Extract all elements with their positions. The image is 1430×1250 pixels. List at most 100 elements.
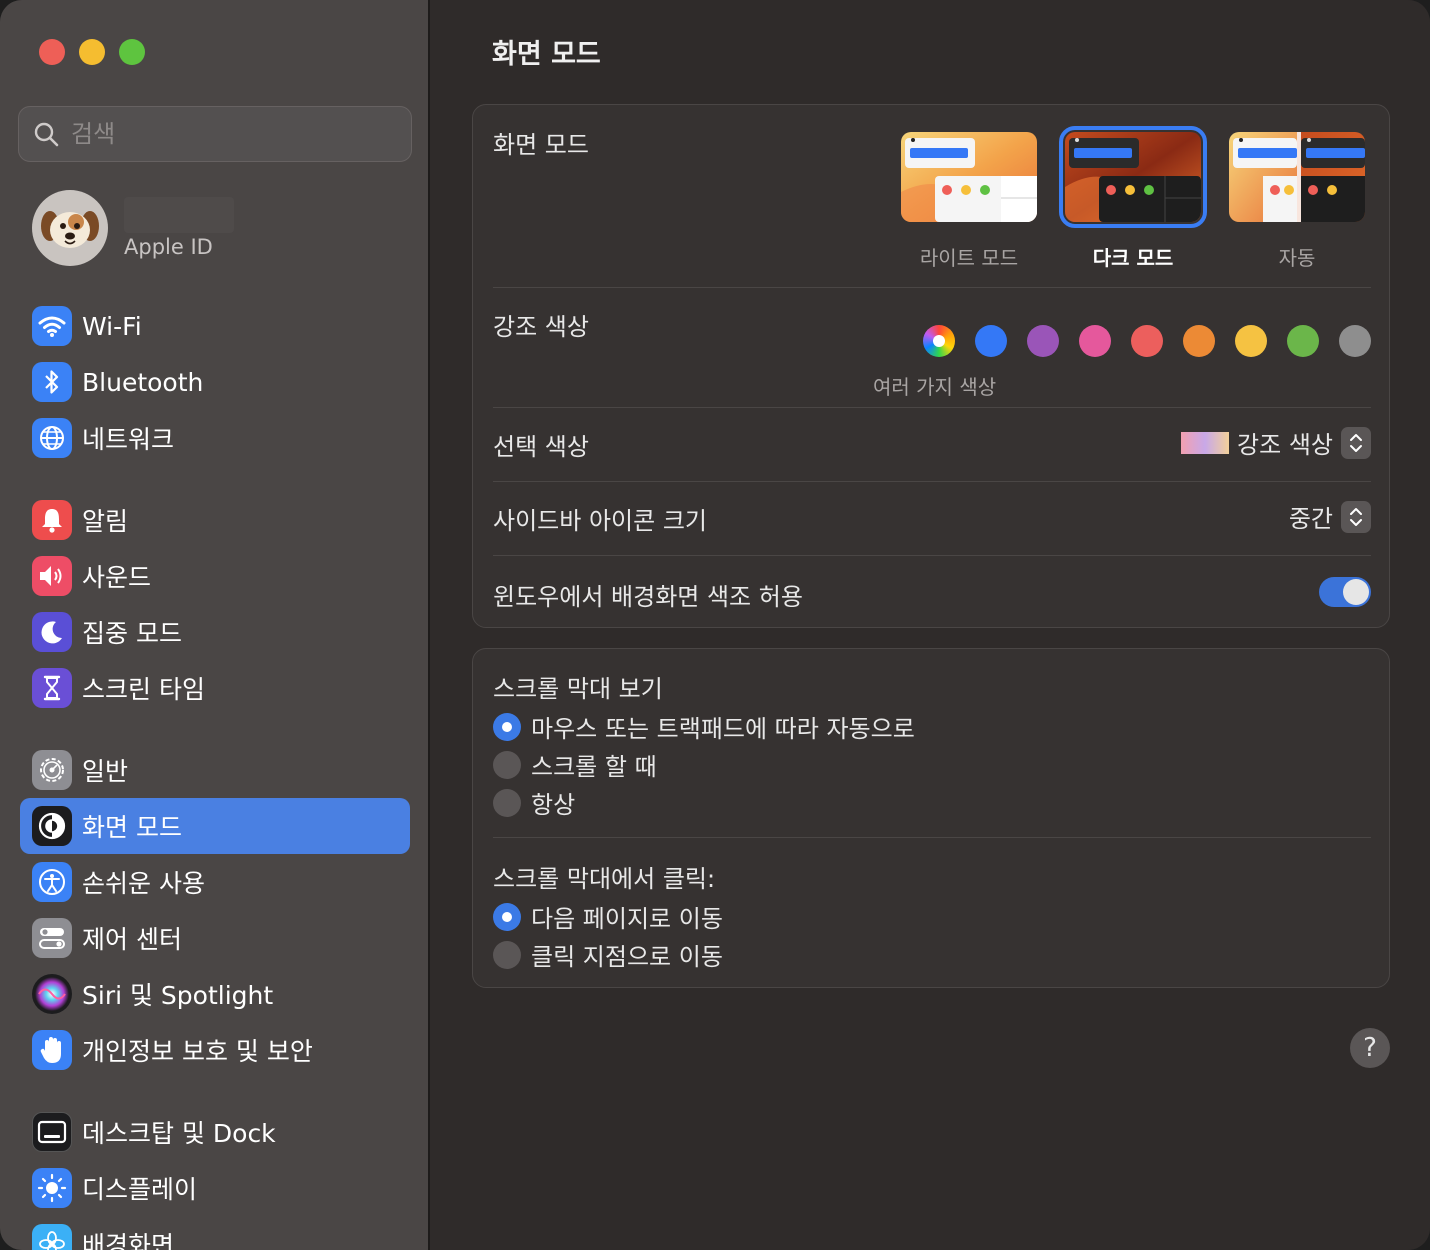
radio-button[interactable] [493, 712, 521, 741]
divider [493, 287, 1371, 288]
radio-label: 마우스 또는 트랙패드에 따라 자동으로 [531, 715, 915, 743]
accent-swatch-blue[interactable] [975, 325, 1007, 357]
scrollbars-header: 스크롤 막대 보기 [493, 669, 1371, 704]
sidebar-item-general[interactable]: 일반 [20, 742, 410, 798]
sidebar-item-label: 사운드 [82, 563, 152, 592]
dog-memoji-icon [41, 211, 99, 248]
wifi-icon [32, 306, 72, 346]
hand-icon [32, 1030, 72, 1070]
mode-light-label: 라이트 모드 [919, 246, 1019, 270]
divider [493, 837, 1371, 838]
help-button[interactable]: ? [1350, 1028, 1390, 1068]
chevron-updown-icon [1341, 500, 1371, 533]
window-controls [39, 39, 145, 65]
sidebar-group-notifications: 알림 사운드 집중 모드 스크린 타임 [20, 492, 410, 716]
sidebar-item-bluetooth[interactable]: Bluetooth [20, 354, 410, 410]
sidebar-item-control-center[interactable]: 제어 센터 [20, 910, 410, 966]
siri-icon [32, 974, 72, 1014]
toggles-icon [32, 918, 72, 958]
speaker-icon [32, 556, 72, 596]
page-title: 화면 모드 [492, 39, 601, 70]
sidebar-item-siri-spotlight[interactable]: Siri 및 Spotlight [20, 966, 410, 1022]
radio-button[interactable] [493, 750, 521, 779]
zoom-button[interactable] [119, 39, 145, 65]
divider [493, 407, 1371, 408]
sidebar-item-label: 손쉬운 사용 [82, 869, 205, 898]
account-name-redacted [124, 197, 234, 233]
radio-button[interactable] [493, 940, 521, 969]
accent-swatch-red[interactable] [1131, 325, 1163, 357]
radio-button[interactable] [493, 902, 521, 931]
accent-swatch-green[interactable] [1287, 325, 1319, 357]
appearance-card: 화면 모드 라이트 모드 다크 모드 자동 강조 색상 여러 가지 색상 선택 … [472, 104, 1390, 628]
sidebar-item-accessibility[interactable]: 손쉬운 사용 [20, 854, 410, 910]
radio-scroll-always[interactable]: 항상 [493, 785, 575, 820]
moon-icon [32, 612, 72, 652]
divider [493, 481, 1371, 482]
apple-id-label: Apple ID [124, 235, 213, 259]
sidebar-item-label: 화면 모드 [82, 813, 182, 842]
sidebar-item-sound[interactable]: 사운드 [20, 548, 410, 604]
mode-dark[interactable]: 다크 모드 [1059, 126, 1207, 271]
sidebar-item-focus[interactable]: 집중 모드 [20, 604, 410, 660]
sidebar-group-network: Wi-Fi Bluetooth 네트워크 [20, 298, 410, 466]
sidebar-item-label: 네트워크 [82, 425, 175, 454]
sidebar-item-network[interactable]: 네트워크 [20, 410, 410, 466]
appearance-row: 화면 모드 라이트 모드 다크 모드 자동 [493, 125, 1371, 285]
chevron-updown-icon [1341, 426, 1371, 459]
sidebar-item-desktop-dock[interactable]: 데스크탑 및 Dock [20, 1104, 410, 1160]
wallpaper-tinting-toggle[interactable] [1319, 577, 1371, 607]
dark-mode-thumbnail [1059, 126, 1207, 228]
minimize-button[interactable] [79, 39, 105, 65]
accent-swatch-multicolor[interactable] [923, 325, 955, 357]
apple-id-item[interactable]: Apple ID [32, 188, 412, 268]
mode-auto-label: 자동 [1278, 246, 1316, 270]
sidebar-icon-size-popup[interactable]: 중간 [1289, 499, 1371, 534]
sidebar-item-label: 개인정보 보호 및 보안 [82, 1037, 313, 1066]
sidebar-item-wallpaper[interactable]: 배경화면 [20, 1216, 410, 1250]
scroll-click-label: 스크롤 막대에서 클릭: [493, 865, 716, 893]
radio-label: 다음 페이지로 이동 [531, 905, 723, 933]
sidebar-item-label: 알림 [82, 507, 129, 536]
accent-swatch-purple[interactable] [1027, 325, 1059, 357]
accent-swatch-pink[interactable] [1079, 325, 1111, 357]
radio-label: 클릭 지점으로 이동 [531, 943, 723, 971]
flower-icon [32, 1224, 72, 1250]
scrollbar-card: 스크롤 막대 보기 마우스 또는 트랙패드에 따라 자동으로 스크롤 할 때 항… [472, 648, 1390, 988]
sidebar-item-label: Siri 및 Spotlight [82, 981, 274, 1010]
sidebar-item-label: 배경화면 [82, 1231, 175, 1250]
sidebar-item-appearance[interactable]: 화면 모드 [20, 798, 410, 854]
radio-click-jump-to-spot[interactable]: 클릭 지점으로 이동 [493, 937, 723, 972]
radio-scroll-when-scrolling[interactable]: 스크롤 할 때 [493, 747, 657, 782]
sidebar-item-displays[interactable]: 디스플레이 [20, 1160, 410, 1216]
mode-auto[interactable]: 자동 [1227, 132, 1367, 271]
accent-swatch-orange[interactable] [1183, 325, 1215, 357]
radio-click-next-page[interactable]: 다음 페이지로 이동 [493, 899, 723, 934]
bluetooth-icon [32, 362, 72, 402]
close-button[interactable] [39, 39, 65, 65]
sidebar-item-privacy-security[interactable]: 개인정보 보호 및 보안 [20, 1022, 410, 1078]
accent-swatch-graphite[interactable] [1339, 325, 1371, 357]
sidebar-item-label: 집중 모드 [82, 619, 182, 648]
accent-swatch-yellow[interactable] [1235, 325, 1267, 357]
sidebar-item-notifications[interactable]: 알림 [20, 492, 410, 548]
sidebar-item-label: Bluetooth [82, 367, 204, 397]
sidebar-item-screen-time[interactable]: 스크린 타임 [20, 660, 410, 716]
highlight-color-popup[interactable]: 강조 색상 [1181, 425, 1371, 460]
accent-color-row: 강조 색상 여러 가지 색상 [493, 307, 1371, 407]
wallpaper-tinting-row: 윈도우에서 배경화면 색조 허용 [493, 555, 1371, 629]
radio-scroll-auto[interactable]: 마우스 또는 트랙패드에 따라 자동으로 [493, 709, 915, 744]
search-input[interactable] [71, 120, 371, 148]
radio-label: 항상 [531, 791, 576, 819]
sidebar-group-system: 일반 화면 모드 손쉬운 사용 제어 센터 Siri 및 Spotlight 개… [20, 742, 410, 1078]
wallpaper-tinting-label: 윈도우에서 배경화면 색조 허용 [493, 583, 803, 611]
sidebar-item-wifi[interactable]: Wi-Fi [20, 298, 410, 354]
search-field[interactable] [18, 106, 412, 162]
gear-icon [32, 750, 72, 790]
radio-button[interactable] [493, 788, 521, 817]
mode-light[interactable]: 라이트 모드 [899, 132, 1039, 271]
settings-window: Apple ID Wi-Fi [0, 0, 1430, 1250]
bell-icon [32, 500, 72, 540]
scrollbars-label: 스크롤 막대 보기 [493, 675, 663, 703]
radio-label: 스크롤 할 때 [531, 753, 657, 781]
